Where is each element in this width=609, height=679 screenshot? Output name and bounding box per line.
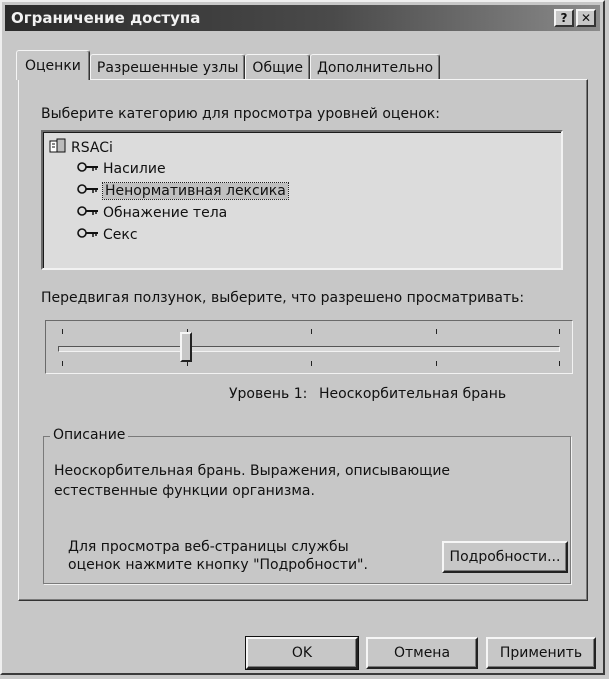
- slider-tick: [62, 329, 63, 334]
- tree-root-rsaci[interactable]: RSACi: [49, 138, 113, 158]
- description-text-line1: Неоскорбительная брань. Выражения, описы…: [54, 463, 451, 479]
- tree-item-profanity[interactable]: Ненормативная лексика: [77, 182, 289, 200]
- tree-root-label: RSACi: [71, 140, 113, 156]
- category-prompt: Выберите категорию для просмотра уровней…: [41, 106, 440, 122]
- tree-item-label: Насилие: [103, 161, 166, 177]
- tab-approved-sites[interactable]: Разрешенные узлы: [89, 54, 246, 80]
- key-icon: [77, 205, 99, 221]
- slider-tick: [311, 361, 312, 366]
- level-label: Уровень 1:: [229, 386, 308, 402]
- tab-ratings[interactable]: Оценки: [16, 50, 90, 80]
- tree-item-nudity[interactable]: Обнажение тела: [77, 205, 227, 221]
- slider-tick: [559, 361, 560, 366]
- ok-button[interactable]: OK: [245, 636, 359, 670]
- description-title: Описание: [50, 427, 129, 443]
- ratings-tab-panel: Выберите категорию для просмотра уровней…: [18, 79, 588, 601]
- level-name: Неоскорбительная брань: [319, 386, 507, 402]
- tree-item-sex[interactable]: Секс: [77, 227, 138, 243]
- rating-level-slider[interactable]: [45, 320, 573, 374]
- slider-tick: [311, 329, 312, 334]
- help-button[interactable]: ?: [554, 9, 574, 27]
- title-bar[interactable]: Ограничение доступа ? ✕: [5, 5, 600, 31]
- tab-strip: Оценки Разрешенные узлы Общие Дополнител…: [16, 50, 441, 80]
- slider-prompt: Передвигая ползунок, выберите, что разре…: [41, 290, 525, 306]
- tree-item-label: Секс: [103, 227, 138, 243]
- key-icon: [77, 227, 99, 243]
- tab-general[interactable]: Общие: [245, 54, 310, 80]
- details-note-line1: Для просмотра веб-страницы службы: [68, 539, 349, 555]
- close-button[interactable]: ✕: [576, 9, 596, 27]
- description-text-line2: естественные функции организма.: [54, 483, 315, 499]
- content-advisor-dialog: Ограничение доступа ? ✕ Оценки Разрешенн…: [0, 0, 605, 675]
- details-button[interactable]: Подробности...: [442, 541, 568, 573]
- tree-item-violence[interactable]: Насилие: [77, 161, 166, 177]
- slider-tick: [62, 361, 63, 366]
- slider-tick: [436, 361, 437, 366]
- details-note-line2: оценок нажмите кнопку "Подробности".: [68, 557, 368, 573]
- slider-track[interactable]: [58, 346, 560, 352]
- cancel-button[interactable]: Отмена: [366, 637, 478, 669]
- slider-thumb[interactable]: [180, 332, 193, 362]
- rating-service-icon: [49, 138, 67, 158]
- tree-item-label: Обнажение тела: [103, 205, 228, 221]
- key-icon: [77, 183, 99, 199]
- window-title: Ограничение доступа: [11, 9, 201, 27]
- category-tree[interactable]: RSACi Насилие Ненормативная лексика Обна…: [41, 130, 563, 270]
- key-icon: [77, 161, 99, 177]
- slider-tick: [559, 329, 560, 334]
- description-group: Описание Неоскорбительная брань. Выражен…: [43, 427, 571, 584]
- apply-button[interactable]: Применить: [486, 637, 596, 669]
- tree-item-label: Ненормативная лексика: [102, 182, 289, 200]
- slider-tick: [436, 329, 437, 334]
- tab-advanced[interactable]: Дополнительно: [309, 54, 441, 80]
